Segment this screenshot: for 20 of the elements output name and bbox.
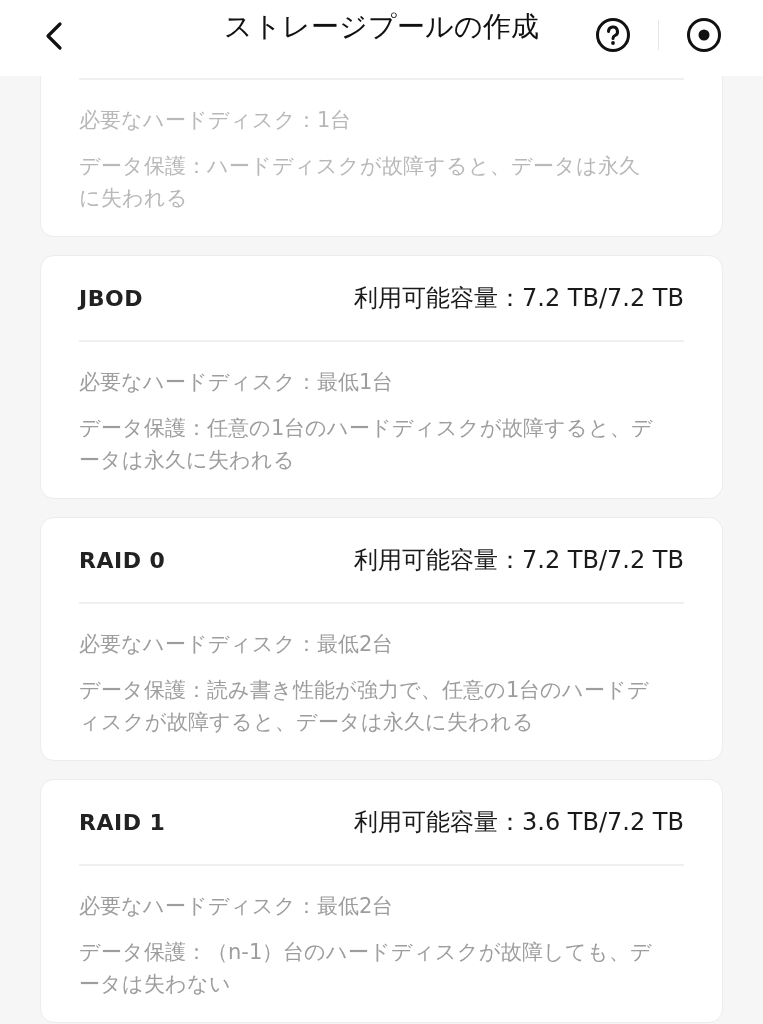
pool-card[interactable]: RAID 0 利用可能容量：7.2 TB/7.2 TB 必要なハードディスク：最低2台 データ保護：読み書き性能が強力で、任意の1台のハードディスクが故障すると、データは永久に失われる — [40, 517, 723, 761]
raid-level: RAID 0 — [79, 547, 166, 573]
capacity-label: 利用可能容量：3.6 TB/7.2 TB — [354, 807, 684, 838]
help-button[interactable] — [594, 16, 632, 54]
disk-requirement: 必要なハードディスク：1台 — [79, 107, 353, 134]
target-button[interactable] — [685, 16, 723, 54]
capacity-label: 利用可能容量：7.2 TB/7.2 TB — [354, 283, 684, 314]
protection-note: データ保護：任意の1台のハードディスクが故障すると、データは永久に失われる — [79, 415, 655, 474]
raid-level: JBOD — [79, 285, 143, 311]
disk-requirement: 必要なハードディスク：最低2台 — [79, 631, 395, 658]
capacity-label: 利用可能容量：7.2 TB/7.2 TB — [354, 545, 684, 576]
disk-requirement: 必要なハードディスク：最低2台 — [79, 893, 395, 920]
protection-note: データ保護：（n-1）台のハードディスクが故障しても、データは失わない — [79, 939, 654, 998]
raid-level: RAID 1 — [79, 809, 166, 835]
page-title: ストレージプールの作成 — [223, 9, 540, 45]
pool-card[interactable]: JBOD 利用可能容量：7.2 TB/7.2 TB 必要なハードディスク：最低1台 データ保護：任意の1台のハードディスクが故障すると、データは永久に失われる — [40, 255, 723, 499]
protection-note: データ保護：読み書き性能が強力で、任意の1台のハードディスクが故障すると、データは永久に失われる — [79, 677, 651, 736]
protection-note: データ保護：ハードディスクが故障すると、データは永久に失われる — [79, 153, 641, 212]
pool-card[interactable]: RAID 1 利用可能容量：3.6 TB/7.2 TB 必要なハードディスク：最低2台 データ保護：（n-1）台のハードディスクが故障しても、データは失わない — [40, 779, 723, 1023]
disk-requirement: 必要なハードディスク：最低1台 — [79, 369, 395, 396]
